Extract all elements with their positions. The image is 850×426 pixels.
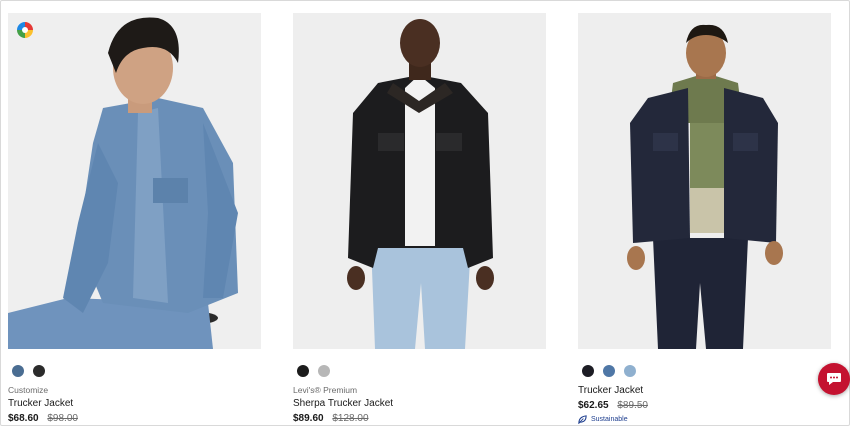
product-price: $68.60 $98.00: [8, 413, 261, 425]
product-card[interactable]: Levi's® Premium Sherpa Trucker Jacket $8…: [293, 13, 546, 425]
product-grid: Customize Trucker Jacket $68.60 $98.00 L…: [0, 0, 850, 426]
product-image[interactable]: [8, 13, 261, 349]
swatch-light-blue[interactable]: [624, 365, 636, 377]
customize-color-wheel-icon[interactable]: [17, 22, 33, 38]
product-eyebrow: Customize: [8, 385, 49, 395]
sale-price: $62.65: [578, 400, 609, 411]
sustainable-badge: Sustainable: [578, 415, 831, 424]
product-eyebrow: Levi's® Premium: [293, 385, 358, 395]
product-name[interactable]: Trucker Jacket: [8, 398, 261, 410]
original-price: $98.00: [47, 413, 78, 424]
leaf-icon: [578, 415, 587, 424]
product-name[interactable]: Sherpa Trucker Jacket: [293, 398, 546, 410]
original-price: $89.50: [617, 400, 648, 411]
swatch-grey[interactable]: [318, 365, 330, 377]
sale-price: $89.60: [293, 413, 324, 424]
product-card[interactable]: Customize Trucker Jacket $68.60 $98.00: [8, 13, 261, 425]
color-swatches: [582, 365, 831, 377]
sale-price: $68.60: [8, 413, 39, 424]
product-card[interactable]: Trucker Jacket $62.65 $89.50 Sustainable: [578, 13, 831, 424]
swatch-black[interactable]: [297, 365, 309, 377]
chat-bubble-icon: [827, 373, 841, 385]
swatch-black[interactable]: [33, 365, 45, 377]
original-price: $128.00: [332, 413, 369, 424]
product-name[interactable]: Trucker Jacket: [578, 385, 831, 397]
swatch-medium-blue[interactable]: [603, 365, 615, 377]
swatch-medium-indigo[interactable]: [12, 365, 24, 377]
chat-button[interactable]: [818, 363, 850, 395]
color-swatches: [12, 365, 261, 377]
sustainable-label: Sustainable: [591, 416, 628, 423]
swatch-dark-indigo[interactable]: [582, 365, 594, 377]
product-price: $89.60 $128.00: [293, 413, 546, 425]
product-image[interactable]: [293, 13, 546, 349]
color-swatches: [297, 365, 546, 377]
product-price: $62.65 $89.50: [578, 400, 831, 412]
product-image[interactable]: [578, 13, 831, 349]
